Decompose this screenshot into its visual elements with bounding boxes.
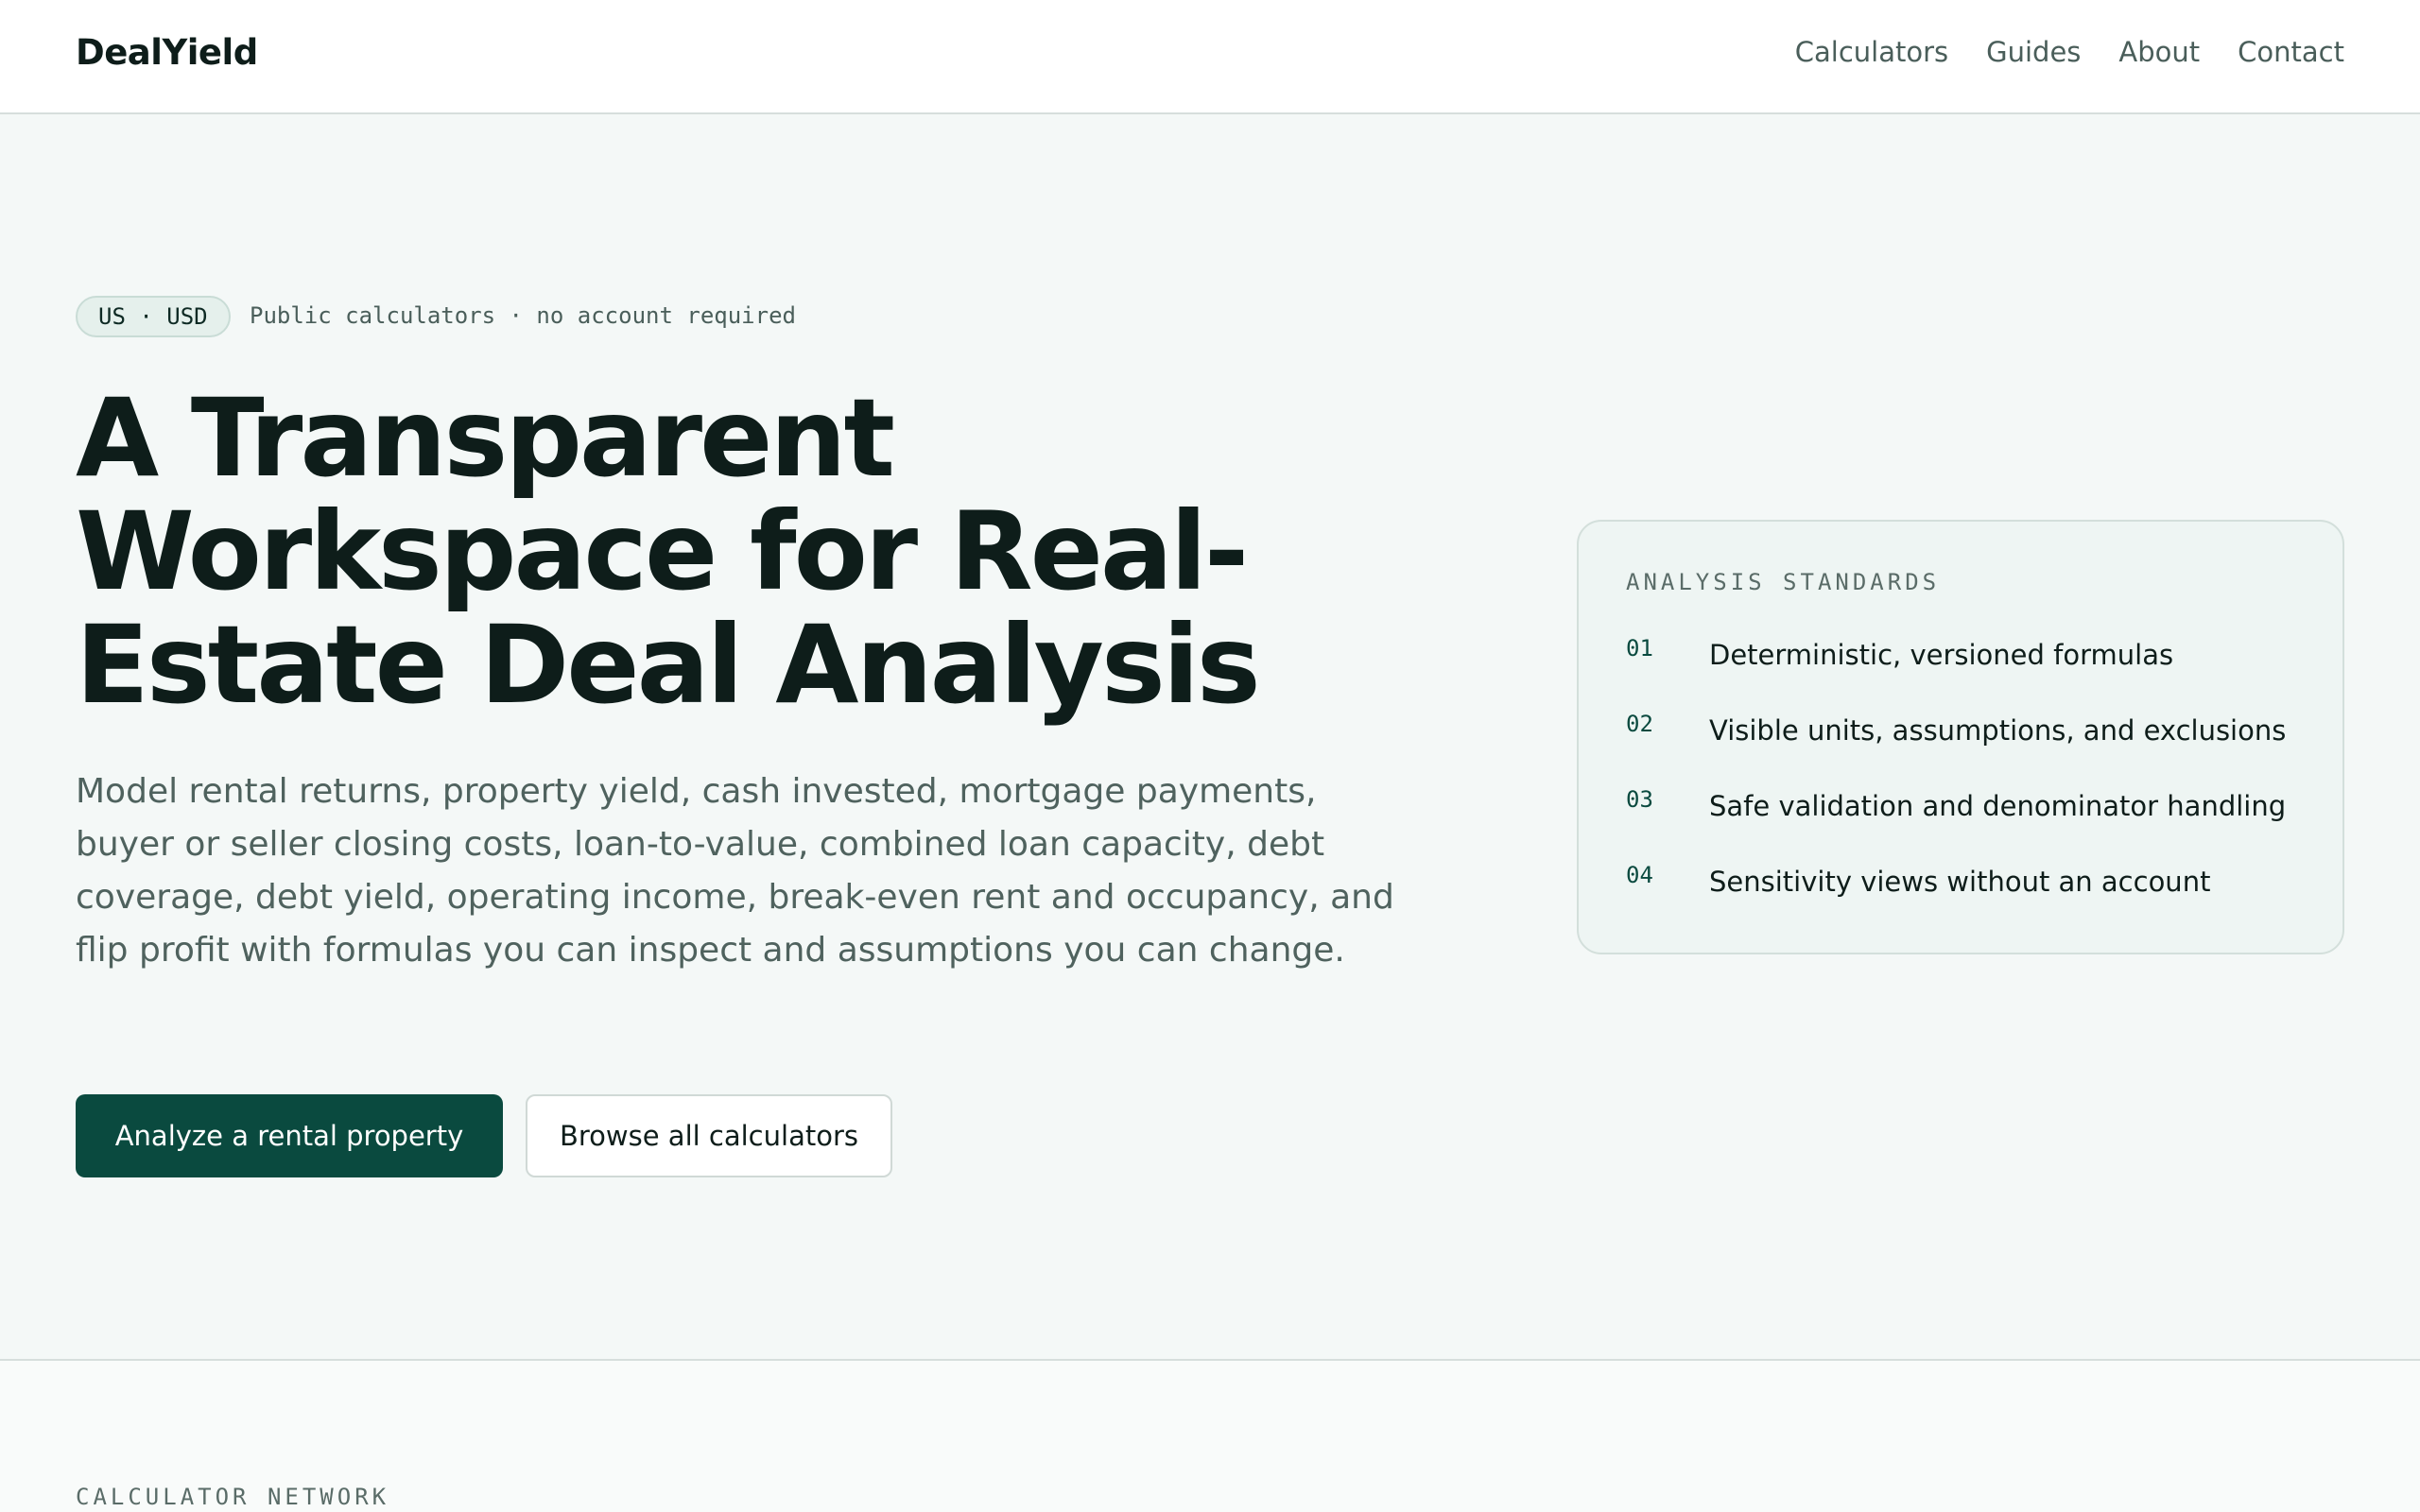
standard-number: 01 <box>1626 635 1653 662</box>
nav-link-calculators[interactable]: Calculators <box>1795 36 1948 68</box>
brand-logo[interactable]: DealYield <box>76 32 258 73</box>
standard-number: 03 <box>1626 786 1653 813</box>
nav-link-contact[interactable]: Contact <box>2238 36 2344 68</box>
hero-description: Model rental returns, property yield, ca… <box>76 772 1394 970</box>
nav-link-guides[interactable]: Guides <box>1986 36 2081 68</box>
top-nav: DealYield Calculators Guides About Conta… <box>0 0 2420 114</box>
hero-title: A Transparent Workspace for Real-Estate … <box>76 375 1261 728</box>
standard-number: 04 <box>1626 862 1653 888</box>
calculator-network-section: CALCULATOR NETWORK <box>0 1359 2420 1512</box>
nav-link-about[interactable]: About <box>2118 36 2200 68</box>
standard-item: 04 Sensitivity views without an account <box>1626 862 2307 909</box>
browse-calculators-button[interactable]: Browse all calculators <box>526 1094 892 1177</box>
standard-text: Deterministic, versioned formulas <box>1709 639 2174 671</box>
section-label: CALCULATOR NETWORK <box>76 1484 390 1510</box>
nav-links: Calculators Guides About Contact <box>1795 36 2344 68</box>
card-heading: ANALYSIS STANDARDS <box>1626 569 1941 595</box>
standard-text: Sensitivity views without an account <box>1709 866 2211 898</box>
analyze-rental-button[interactable]: Analyze a rental property <box>76 1094 503 1177</box>
standard-text: Safe validation and denominator handling <box>1709 790 2287 822</box>
hero-eyebrow-note: Public calculators · no account required <box>250 302 796 329</box>
region-currency-badge: US · USD <box>76 296 231 337</box>
standard-number: 02 <box>1626 711 1653 737</box>
standard-text: Visible units, assumptions, and exclusio… <box>1709 714 2287 747</box>
standard-item: 02 Visible units, assumptions, and exclu… <box>1626 711 2307 758</box>
standard-item: 01 Deterministic, versioned formulas <box>1626 635 2307 682</box>
analysis-standards-card: ANALYSIS STANDARDS 01 Deterministic, ver… <box>1577 520 2344 954</box>
standard-item: 03 Safe validation and denominator handl… <box>1626 786 2307 833</box>
